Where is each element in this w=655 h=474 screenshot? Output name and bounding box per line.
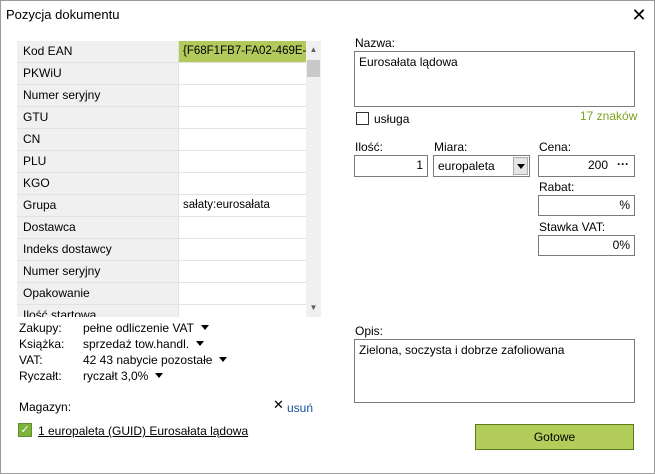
chevron-down-icon [196,341,205,347]
ilosc-label: Ilość: [355,140,384,154]
ryczalt-value: ryczałt 3,0% [83,369,149,383]
rabat-label: Rabat: [539,180,575,194]
chevron-down-icon [219,357,228,363]
vat-value: 42 43 nabycie pozostałe [83,353,213,367]
grid-row-name: Grupa [17,195,179,216]
grid-row-name: GTU [17,107,179,128]
grid-row-name: PKWiU [17,63,179,84]
grid-row-name: Opakowanie [17,283,179,304]
grid-row-value[interactable] [179,239,306,260]
remove-link[interactable]: usuń [287,401,313,415]
rabat-input[interactable]: % [538,195,635,216]
grid-row-value[interactable] [179,85,306,106]
cena-label: Cena: [539,140,572,154]
grid-row-name: Ilość startowa [17,305,179,317]
zakupy-value: pełne odliczenie VAT [83,321,194,335]
cena-input[interactable]: 200 ··· [538,155,635,177]
chevron-down-icon [155,373,164,379]
zakupy-label: Zakupy: [19,321,62,335]
grid-row[interactable]: KGO [17,173,306,195]
miara-select[interactable]: europaleta [433,155,530,177]
magazyn-item-link[interactable]: 1 europaleta (GUID) Eurosałata lądowa [38,424,248,438]
grid-row-name: PLU [17,151,179,172]
ksiazka-value: sprzedaż tow.handl. [83,337,190,351]
chevron-down-icon [516,163,525,169]
grid-row-value[interactable] [179,217,306,238]
grid-row-name: Indeks dostawcy [17,239,179,260]
close-icon[interactable]: ✕ [624,1,654,29]
grid-row[interactable]: Grupa sałaty:eurosałata [17,195,306,217]
scrollbar-thumb[interactable] [307,60,320,77]
vat-dropdown[interactable]: 42 43 nabycie pozostałe [83,353,228,367]
nazwa-label: Nazwa: [355,36,396,50]
scroll-down-icon[interactable]: ▼ [306,300,321,316]
char-count: 17 znaków [580,109,638,123]
gotowe-button[interactable]: Gotowe [475,424,634,450]
scroll-up-icon[interactable]: ▲ [306,42,321,58]
vat-label: VAT: [19,353,43,367]
grid-row-value[interactable] [179,305,306,317]
grid-row[interactable]: Indeks dostawcy [17,239,306,261]
dialog-window: Pozycja dokumentu ✕ Kod EAN {F68F1FB7-FA0… [0,0,655,474]
property-grid[interactable]: Kod EAN {F68F1FB7-FA02-469E-9 PKWiU Numer s… [17,41,306,317]
grid-row-name: CN [17,129,179,150]
grid-scrollbar[interactable]: ▲ ▼ [306,41,321,317]
dropdown-button[interactable] [513,157,528,175]
grid-row-value[interactable] [179,261,306,282]
grid-row-name: Dostawca [17,217,179,238]
grid-row-value[interactable] [179,173,306,194]
title-bar: Pozycja dokumentu ✕ [1,1,654,29]
usluga-label: usługa [374,112,410,126]
grid-row-value[interactable]: {F68F1FB7-FA02-469E-9 [179,41,306,62]
ryczalt-label: Ryczałt: [19,369,62,383]
grid-row[interactable]: PKWiU [17,63,306,85]
grid-row[interactable]: Kod EAN {F68F1FB7-FA02-469E-9 [17,41,306,63]
zakupy-dropdown[interactable]: pełne odliczenie VAT [83,321,209,335]
grid-row[interactable]: Opakowanie [17,283,306,305]
opis-textarea[interactable]: Zielona, soczysta i dobrze zafoliowana [354,339,635,403]
grid-row-value[interactable] [179,151,306,172]
grid-row[interactable]: Dostawca [17,217,306,239]
ryczalt-dropdown[interactable]: ryczałt 3,0% [83,369,164,383]
more-icon[interactable]: ··· [614,158,632,174]
ksiazka-label: Książka: [19,337,65,351]
ilosc-input[interactable]: 1 [354,155,428,177]
grid-row-value[interactable]: sałaty:eurosałata [179,195,306,216]
window-title: Pozycja dokumentu [6,7,120,22]
magazyn-label: Magazyn: [19,400,72,414]
grid-row-value[interactable] [179,107,306,128]
stawka-label: Stawka VAT: [539,220,606,234]
opis-label: Opis: [355,324,384,338]
check-icon: ✓ [18,423,32,437]
grid-row[interactable]: CN [17,129,306,151]
cena-value: 200 [587,158,608,172]
chevron-down-icon [200,325,209,331]
grid-row[interactable]: GTU [17,107,306,129]
remove-icon[interactable]: ✕ [273,397,284,413]
usluga-checkbox[interactable] [356,112,369,125]
grid-row-value[interactable] [179,63,306,84]
ksiazka-dropdown[interactable]: sprzedaż tow.handl. [83,337,205,351]
nazwa-input[interactable]: Eurosałata lądowa [354,51,635,107]
grid-row-value[interactable] [179,283,306,304]
stawka-input[interactable]: 0% [538,235,635,256]
grid-row[interactable]: Numer seryjny [17,261,306,283]
grid-row[interactable]: Ilość startowa [17,305,306,317]
miara-value: europaleta [438,159,495,173]
grid-row-name: Numer seryjny [17,261,179,282]
grid-row[interactable]: PLU [17,151,306,173]
grid-row-name: KGO [17,173,179,194]
grid-row-name: Kod EAN [17,41,179,62]
miara-label: Miara: [434,140,468,154]
grid-row[interactable]: Numer seryjny [17,85,306,107]
grid-row-value[interactable] [179,129,306,150]
grid-row-name: Numer seryjny [17,85,179,106]
